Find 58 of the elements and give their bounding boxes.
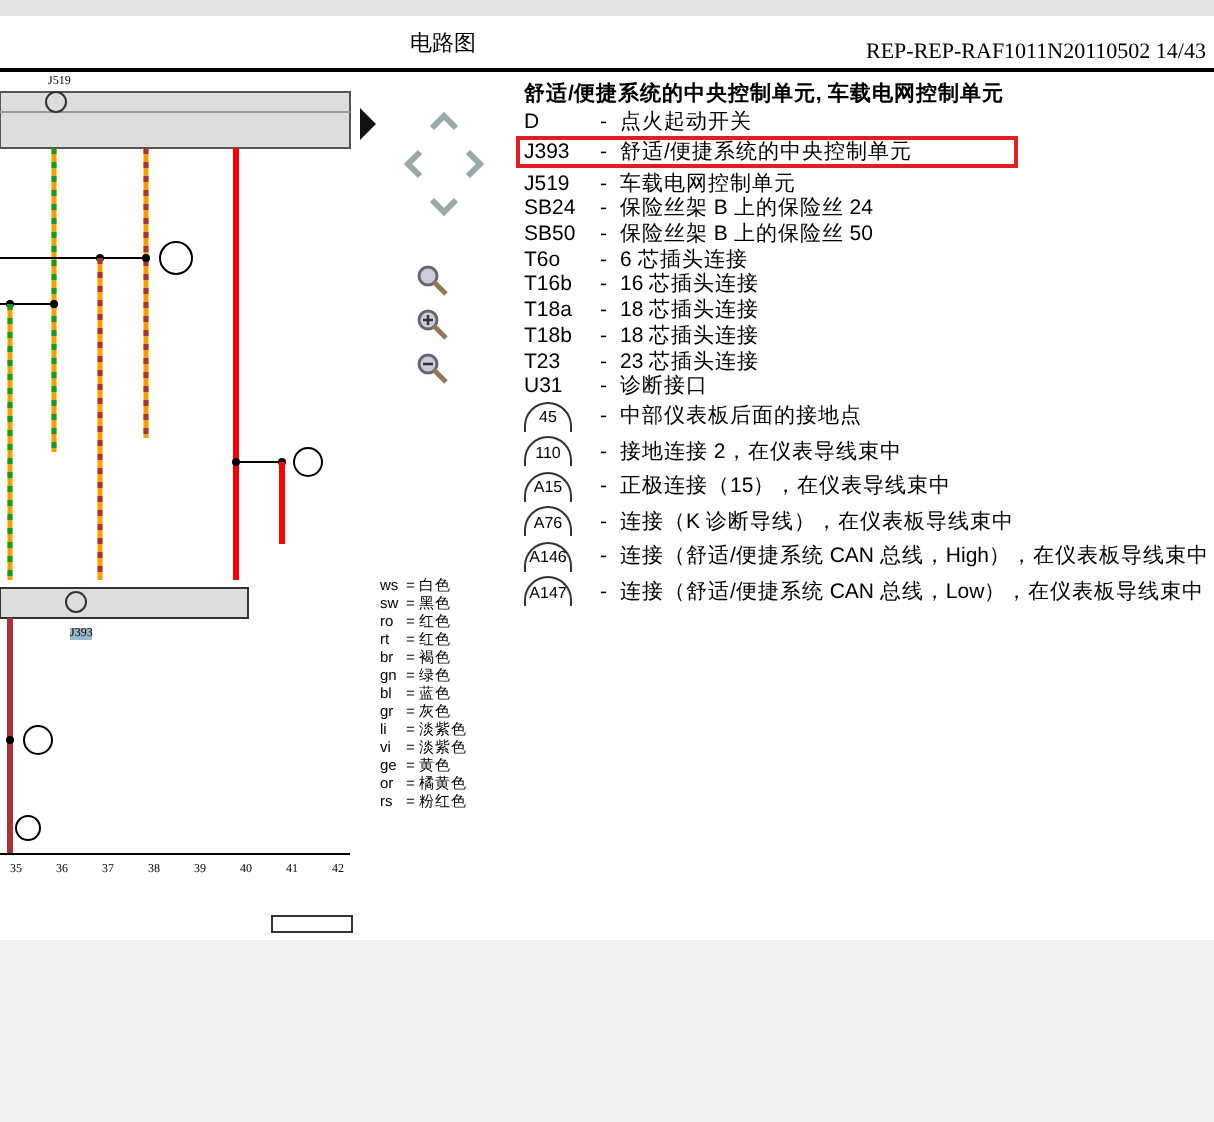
component-code: U31 — [524, 374, 565, 399]
separator-dash: - — [600, 374, 609, 399]
separator-dash: - — [600, 247, 609, 272]
next-page-icon[interactable] — [360, 108, 376, 140]
zoom-in-icon[interactable] — [416, 308, 448, 340]
component-description: 连接（舒适/便捷系统 CAN 总线，Low），在仪表板导线束中 — [620, 577, 1205, 606]
separator-dash: - — [600, 323, 609, 348]
component-code: J519 — [524, 171, 572, 196]
component-code: SB24 — [524, 196, 578, 221]
separator-dash: - — [600, 474, 609, 499]
separator-dash: - — [600, 439, 609, 464]
component-description: 诊断接口 — [620, 372, 708, 401]
component-code: D — [524, 110, 542, 135]
separator-dash: - — [600, 222, 609, 247]
component-description: 中部仪表板后面的接地点 — [620, 402, 862, 431]
component-code: T23 — [524, 349, 563, 374]
separator-dash: - — [600, 272, 609, 297]
component-description: 保险丝架 B 上的保险丝 50 — [620, 220, 873, 248]
separator-dash: - — [600, 349, 609, 374]
component-description: 18 芯插头连接 — [620, 296, 760, 324]
component-description: 舒适/便捷系统的中央控制单元 — [620, 138, 912, 167]
zoom-out-icon[interactable] — [416, 352, 448, 384]
component-code: T16b — [524, 272, 574, 297]
separator-dash: - — [600, 196, 609, 221]
component-code: SB50 — [524, 222, 578, 247]
separator-dash: - — [600, 404, 609, 429]
connection-symbol: A146 — [524, 541, 572, 572]
connection-symbol: A147 — [524, 576, 572, 607]
component-description: 保险丝架 B 上的保险丝 24 — [620, 194, 873, 222]
component-code: T18b — [524, 323, 574, 348]
component-code: T6o — [524, 247, 563, 272]
component-code: J393 — [524, 140, 572, 165]
separator-dash: - — [600, 140, 609, 165]
component-description: 连接（舒适/便捷系统 CAN 总线，High），在仪表板导线束中 — [620, 542, 1210, 571]
separator-dash: - — [600, 171, 609, 196]
component-description: 接地连接 2，在仪表导线束中 — [620, 437, 902, 466]
separator-dash: - — [600, 298, 609, 323]
separator-dash: - — [600, 579, 609, 604]
separator-dash: - — [600, 544, 609, 569]
separator-dash: - — [600, 110, 609, 135]
component-description: 点火起动开关 — [620, 108, 752, 137]
document-reference: REP-REP-RAF1011N20110502 14/43 — [865, 40, 1206, 68]
page-title: 电路图 — [410, 30, 476, 60]
component-description: 23 芯插头连接 — [620, 347, 760, 374]
legend-title: 舒适/便捷系统的中央控制单元, 车载电网控制单元 — [522, 80, 1006, 108]
connection-symbol: 110 — [524, 436, 572, 467]
search-icon[interactable] — [416, 264, 448, 296]
component-description: 16 芯插头连接 — [620, 270, 760, 298]
connection-symbol: A76 — [524, 506, 572, 537]
connection-symbol: 45 — [524, 401, 572, 432]
component-description: 18 芯插头连接 — [620, 321, 760, 350]
separator-dash: - — [600, 509, 609, 534]
component-description: 车载电网控制单元 — [620, 169, 796, 196]
component-description: 连接（K 诊断导线），在仪表板导线束中 — [620, 507, 1014, 536]
connection-symbol: A15 — [524, 471, 572, 502]
component-description: 正极连接（15），在仪表导线束中 — [620, 472, 952, 501]
component-code: T18a — [524, 298, 574, 323]
component-description: 6 芯插头连接 — [620, 245, 748, 272]
